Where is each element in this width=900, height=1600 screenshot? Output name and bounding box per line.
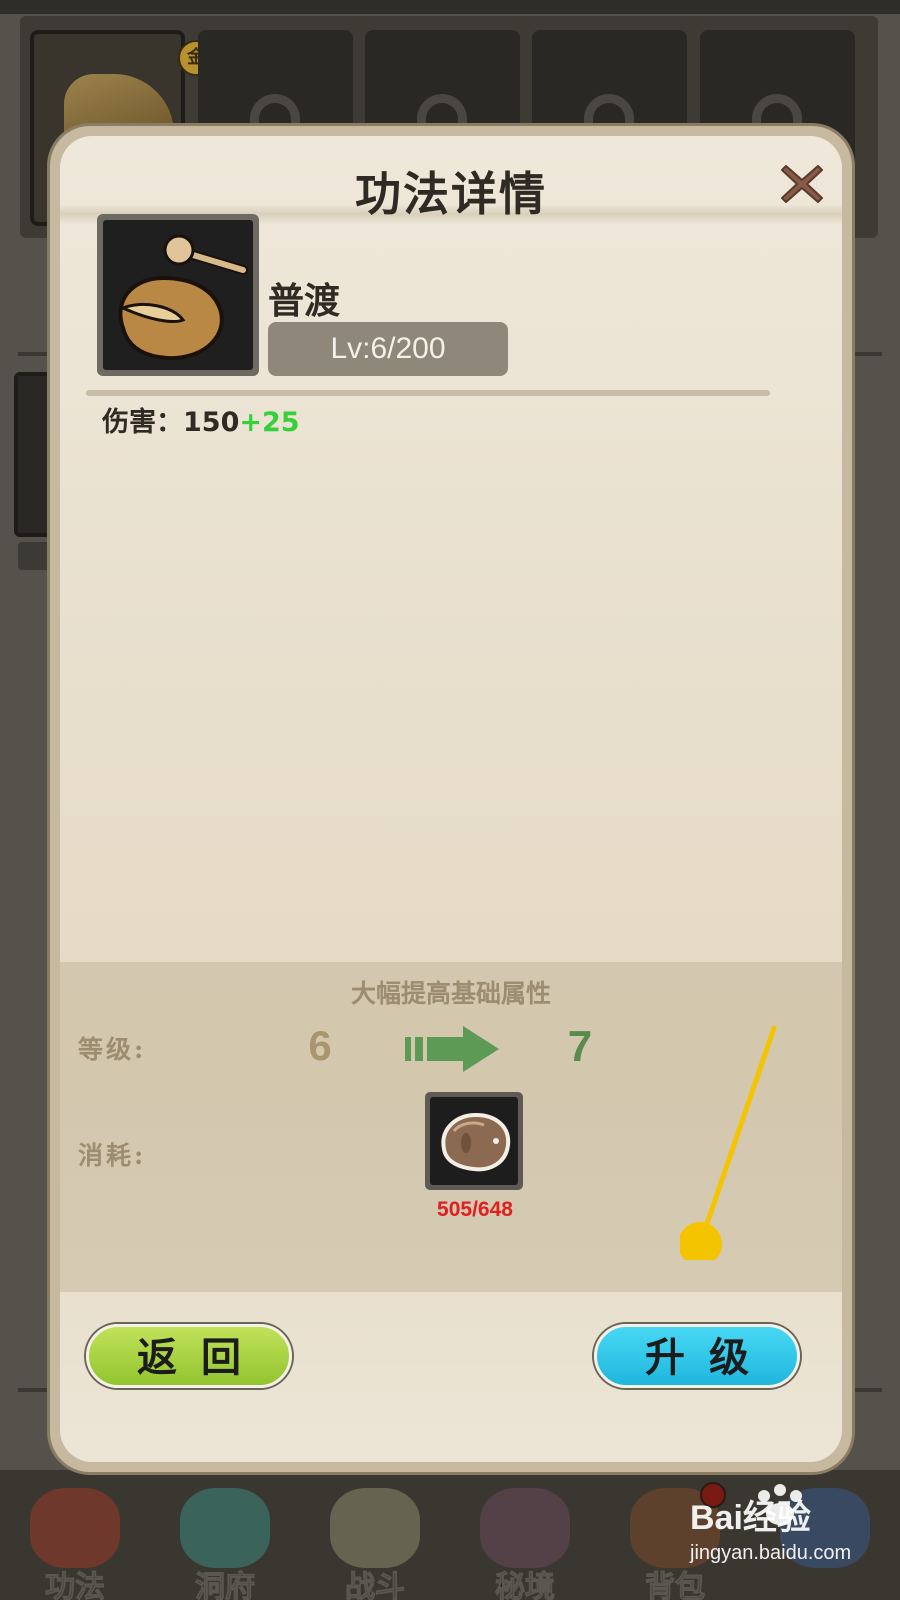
realm-icon bbox=[480, 1488, 570, 1568]
sword-icon bbox=[330, 1488, 420, 1568]
close-button[interactable] bbox=[774, 156, 830, 212]
upgrade-description: 大幅提高基础属性 bbox=[350, 979, 551, 1008]
arrow-right-icon bbox=[405, 1026, 499, 1072]
cost-label: 消耗: bbox=[78, 1141, 147, 1170]
skill-name: 普渡 bbox=[268, 280, 341, 322]
damage-value: 150 bbox=[183, 407, 240, 438]
nav-item-mijing[interactable]: 秘境 bbox=[450, 1470, 600, 1600]
modal-body: 功法详情 普渡 Lv:6/200 伤害：150+25 大幅提高基础属性 等级: … bbox=[60, 136, 842, 1462]
damage-label: 伤害： bbox=[102, 407, 183, 438]
cave-icon bbox=[180, 1488, 270, 1568]
nav-label: 洞府 bbox=[195, 1570, 256, 1600]
material-icon bbox=[441, 1112, 511, 1172]
divider bbox=[86, 390, 770, 396]
nav-label: 战斗 bbox=[345, 1570, 406, 1600]
damage-stat: 伤害：150+25 bbox=[102, 400, 300, 439]
top-bar bbox=[0, 0, 900, 14]
nav-item-dongfu[interactable]: 洞府 bbox=[150, 1470, 300, 1600]
damage-bonus: +25 bbox=[239, 407, 300, 438]
back-button[interactable]: 返回 bbox=[86, 1324, 292, 1388]
upgrade-button[interactable]: 升级 bbox=[594, 1324, 800, 1388]
cost-count: 505/648 bbox=[437, 1198, 513, 1221]
skill-level-badge: Lv:6/200 bbox=[268, 322, 508, 376]
baidu-watermark: Bai经验 jingyan.baidu.com bbox=[690, 1484, 890, 1590]
nav-item-gongfa[interactable]: 功法 bbox=[0, 1470, 150, 1600]
gourd-icon bbox=[118, 234, 248, 361]
skill-detail-modal: 功法详情 普渡 Lv:6/200 伤害：150+25 大幅提高基础属性 等级: … bbox=[50, 126, 852, 1472]
tutorial-pointer-icon bbox=[680, 1025, 777, 1260]
watermark-url: jingyan.baidu.com bbox=[690, 1542, 852, 1564]
nav-item-zhandou[interactable]: 战斗 bbox=[300, 1470, 450, 1600]
skill-item-frame bbox=[97, 214, 259, 376]
nav-label: 秘境 bbox=[495, 1570, 556, 1600]
level-label: 等级: bbox=[78, 1035, 147, 1064]
nav-label: 功法 bbox=[45, 1570, 106, 1600]
scroll-icon bbox=[30, 1488, 120, 1568]
current-level: 6 bbox=[308, 1022, 332, 1069]
watermark-brand: Bai经验 bbox=[690, 1499, 811, 1537]
close-icon bbox=[781, 165, 823, 203]
next-level: 7 bbox=[567, 1022, 593, 1071]
cost-item-frame[interactable] bbox=[425, 1092, 523, 1190]
